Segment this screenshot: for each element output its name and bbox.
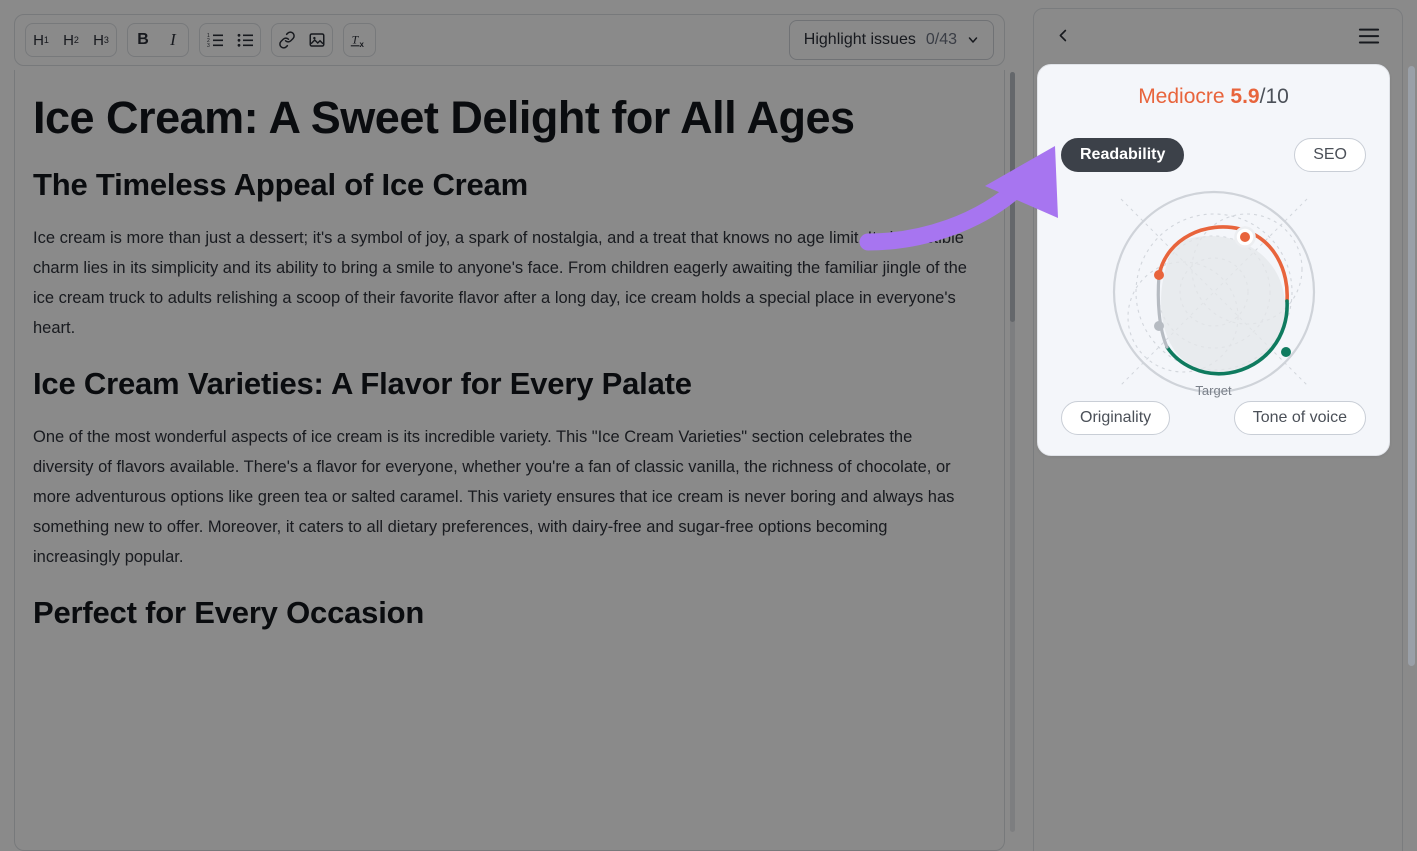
ordered-list-icon: 1 2 3 <box>207 33 223 48</box>
image-icon <box>309 33 325 47</box>
panel-header <box>1033 8 1403 63</box>
highlight-issues-count: 0/43 <box>925 31 957 48</box>
insert-group <box>271 23 333 57</box>
svg-text:T: T <box>352 32 360 46</box>
radar-point-tone-of-voice[interactable] <box>1280 347 1291 357</box>
bold-button[interactable]: B <box>128 24 158 56</box>
document-scrollbar[interactable] <box>1010 72 1015 832</box>
panel-menu-button[interactable] <box>1358 27 1380 45</box>
svg-text:x: x <box>360 39 365 48</box>
panel-scrollbar-thumb[interactable] <box>1408 66 1415 666</box>
overall-score: Mediocre 5.9/10 <box>1038 65 1389 109</box>
seo-pill[interactable]: SEO <box>1294 138 1366 172</box>
score-radar-chart <box>1112 190 1315 394</box>
link-button[interactable] <box>272 24 302 56</box>
h1-button[interactable]: H1 <box>26 24 56 56</box>
clear-formatting-icon: T x <box>350 32 365 48</box>
highlight-issues-dropdown[interactable]: Highlight issues 0/43 <box>788 20 994 60</box>
radar-score-area <box>1160 235 1285 373</box>
highlight-issues-label: Highlight issues <box>803 31 916 48</box>
section-heading-1: The Timeless Appeal of Ice Cream <box>33 166 528 202</box>
link-icon <box>279 31 295 49</box>
radar-point-readability[interactable] <box>1153 270 1164 280</box>
readability-pill[interactable]: Readability <box>1061 138 1185 172</box>
document-body[interactable]: Ice Cream: A Sweet Delight for All Ages … <box>14 70 1005 851</box>
radar-point-seo[interactable] <box>1239 232 1250 242</box>
paragraph-1: Ice cream is more than just a dessert; i… <box>33 228 967 337</box>
h3-sub: 3 <box>103 35 109 45</box>
ordered-list-button[interactable]: 1 2 3 <box>200 24 230 56</box>
chevron-down-icon <box>968 37 978 43</box>
section-heading-2: Ice Cream Varieties: A Flavor for Every … <box>33 365 692 401</box>
document-title: Ice Cream: A Sweet Delight for All Ages <box>33 92 855 143</box>
h3-label: H <box>93 31 104 49</box>
image-button[interactable] <box>302 24 332 56</box>
bullet-list-button[interactable] <box>230 24 260 56</box>
h1-label: H <box>33 31 44 49</box>
bullet-list-icon <box>237 33 253 47</box>
h1-sub: 1 <box>43 35 49 45</box>
h3-button[interactable]: H3 <box>86 24 116 56</box>
h2-button[interactable]: H2 <box>56 24 86 56</box>
hamburger-menu-icon <box>1358 28 1380 44</box>
panel-scrollbar[interactable] <box>1408 66 1415 846</box>
text-style-group: B I <box>127 23 189 57</box>
editor-pane: H1 H2 H3 B I 1 2 3 T x Highlight issues … <box>0 0 1023 851</box>
chevron-left-icon <box>1059 29 1067 42</box>
paragraph-2: One of the most wonderful aspects of ice… <box>33 428 955 567</box>
editor-toolbar: H1 H2 H3 B I 1 2 3 T x Highlight issues … <box>14 14 1005 66</box>
radar-target-label: Target <box>1195 383 1232 398</box>
section-heading-3: Perfect for Every Occasion <box>33 595 425 631</box>
panel-back-button[interactable] <box>1056 25 1071 46</box>
score-card: Mediocre 5.9/10 Readability SEO Original… <box>1037 64 1390 456</box>
clear-format-group: T x <box>343 23 376 57</box>
svg-text:3: 3 <box>207 43 210 48</box>
radar-point-originality[interactable] <box>1153 321 1164 331</box>
document-scrollbar-thumb[interactable] <box>1010 72 1015 322</box>
score-value: 5.9 <box>1230 85 1260 108</box>
clear-formatting-button[interactable]: T x <box>344 24 375 56</box>
italic-button[interactable]: I <box>158 24 188 56</box>
h2-sub: 2 <box>73 35 79 45</box>
score-max: /10 <box>1259 85 1289 108</box>
list-group: 1 2 3 <box>199 23 261 57</box>
score-rating-label: Mediocre <box>1138 85 1225 108</box>
heading-button-group: H1 H2 H3 <box>25 23 117 57</box>
h2-label: H <box>63 31 74 49</box>
